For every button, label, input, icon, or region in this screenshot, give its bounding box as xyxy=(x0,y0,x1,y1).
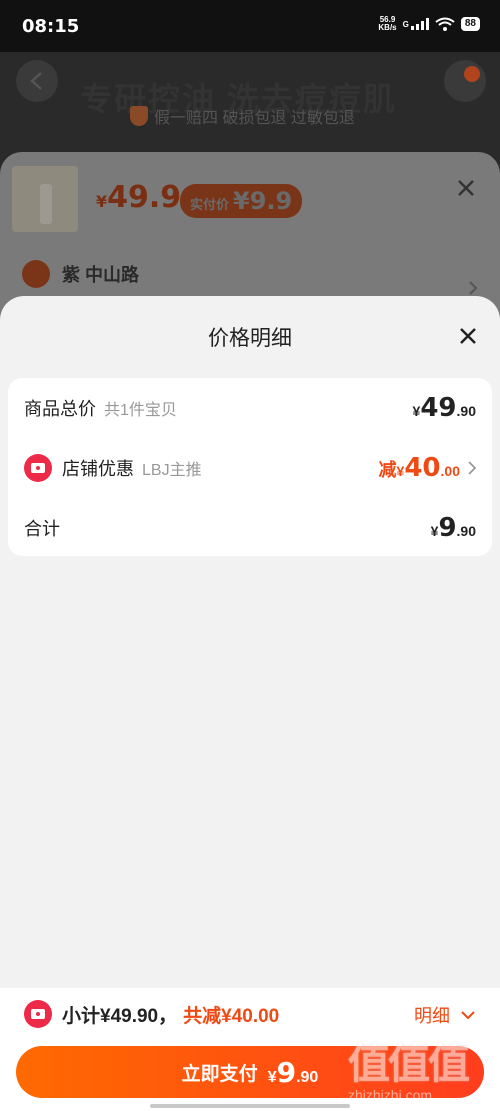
store-coupon-icon xyxy=(24,454,52,482)
total-goods-row: 商品总价 共1件宝贝 ¥49.90 xyxy=(24,388,476,428)
chevron-right-icon xyxy=(469,281,478,295)
store-discount-row[interactable]: 店铺优惠 LBJ主推 减 ¥40.00 xyxy=(24,448,476,488)
detail-toggle[interactable]: 明细 xyxy=(414,1002,476,1028)
modal-title: 价格明细 xyxy=(208,327,292,350)
store-coupon-icon xyxy=(24,1000,52,1028)
cart-badge xyxy=(464,66,480,82)
row-sub: 共1件宝贝 xyxy=(104,402,177,419)
row-label: 合计 xyxy=(24,519,60,539)
guarantee-bar: 假一赔四 破损包退 过敏包退 xyxy=(130,104,355,128)
price-detail-card: 商品总价 共1件宝贝 ¥49.90 店铺优惠 LBJ主推 减 ¥40.00 合计 … xyxy=(8,378,492,556)
watermark-logo: 值值值 zhizhizhi.com xyxy=(348,1040,470,1103)
row-label: 商品总价 xyxy=(24,399,96,419)
pay-label: 立即支付 xyxy=(181,1063,258,1085)
paid-price-tag: 实付价 ¥9.9 xyxy=(180,184,303,218)
wifi-icon xyxy=(435,17,455,31)
location-pin-icon xyxy=(22,260,50,288)
product-thumbnail[interactable] xyxy=(12,166,78,232)
close-icon[interactable] xyxy=(456,178,476,198)
network-type: G xyxy=(402,19,409,29)
close-icon[interactable] xyxy=(458,326,478,346)
chevron-right-icon xyxy=(468,461,476,475)
row-amount: ¥49.90 xyxy=(412,393,476,423)
subtotal-text: 小计¥49.90， xyxy=(62,1005,178,1027)
pay-amount: ¥9.90 xyxy=(267,1055,319,1089)
signal-icon xyxy=(410,18,429,30)
row-label: 店铺优惠 xyxy=(62,459,134,479)
product-price: ¥49.9 xyxy=(96,180,182,215)
back-button[interactable] xyxy=(16,60,58,102)
home-indicator[interactable] xyxy=(150,1104,350,1108)
battery-icon: 88 xyxy=(460,17,480,31)
row-sub: LBJ主推 xyxy=(142,462,202,479)
total-row: 合计 ¥9.90 xyxy=(24,508,476,548)
bottle-image xyxy=(40,184,52,224)
status-icons: 56.9 KB/s G 88 xyxy=(378,16,480,32)
address-text: 紫 中山路 xyxy=(62,265,140,285)
price-summary: 小计¥49.90， 共减¥40.00 xyxy=(24,1000,279,1028)
status-time: 08:15 xyxy=(22,16,80,37)
guarantee-text: 假一赔四 破损包退 过敏包退 xyxy=(154,110,355,127)
back-arrow-icon xyxy=(30,72,42,90)
row-amount: 减 ¥40.00 xyxy=(378,453,460,483)
net-speed: 56.9 KB/s xyxy=(378,15,397,32)
chevron-down-icon xyxy=(461,1011,475,1020)
cart-button[interactable] xyxy=(444,60,486,102)
detail-toggle-label: 明细 xyxy=(414,1006,450,1026)
row-amount: ¥9.90 xyxy=(430,513,476,543)
discount-text: 共减¥40.00 xyxy=(183,1005,280,1027)
shield-icon xyxy=(130,106,148,126)
address-row[interactable]: 紫 中山路 xyxy=(22,260,139,288)
status-bar: 08:15 56.9 KB/s G 88 xyxy=(0,0,500,52)
